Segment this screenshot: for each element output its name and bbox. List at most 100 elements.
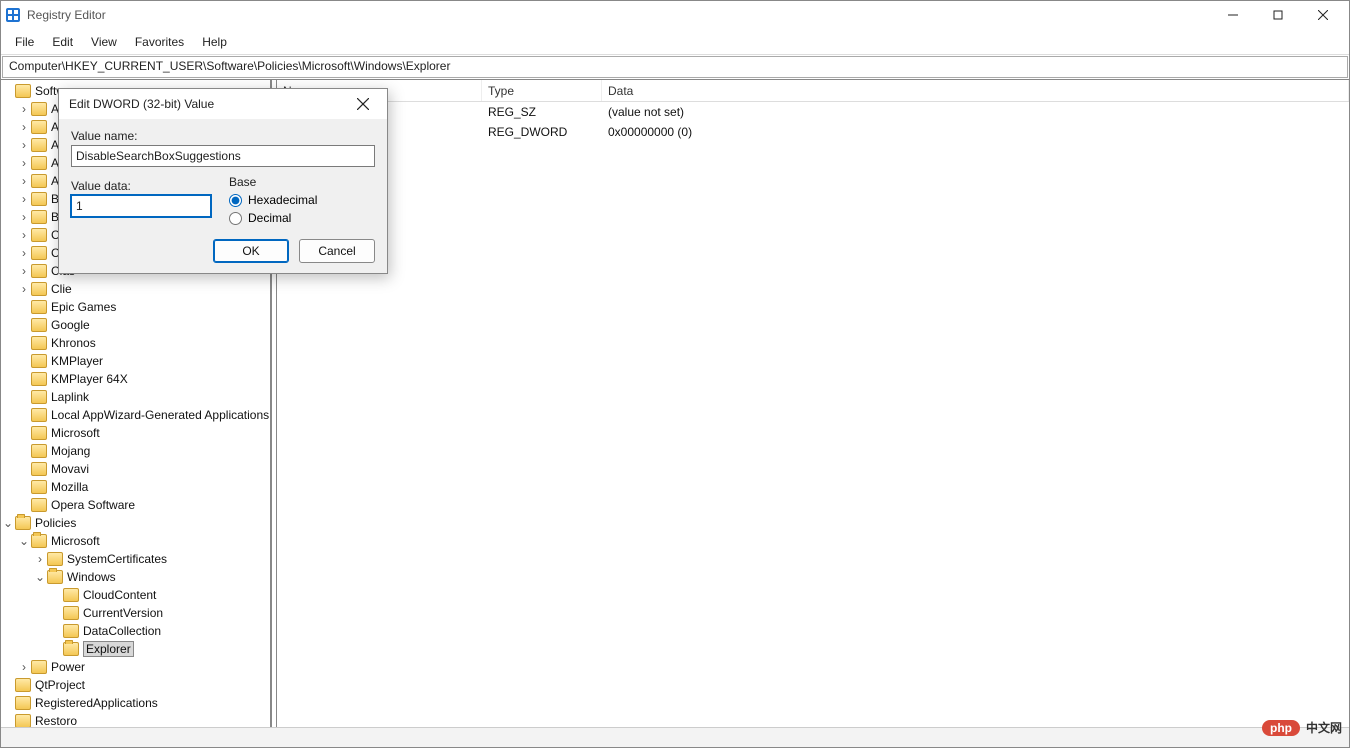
list-row[interactable]: REG_SZ(value not set): [277, 102, 1349, 122]
chevron-right-icon[interactable]: ›: [17, 156, 31, 170]
tree-node[interactable]: Laplink: [1, 388, 270, 406]
menubar: File Edit View Favorites Help: [1, 29, 1349, 55]
tree-node[interactable]: Google: [1, 316, 270, 334]
tree-node[interactable]: ›SystemCertificates: [1, 550, 270, 568]
value-data-input[interactable]: [71, 195, 211, 217]
chevron-right-icon[interactable]: ›: [17, 264, 31, 278]
chevron-right-icon[interactable]: ›: [17, 102, 31, 116]
cell-data: (value not set): [602, 105, 1349, 119]
folder-icon: [47, 570, 63, 584]
menu-favorites[interactable]: Favorites: [127, 32, 192, 52]
maximize-button[interactable]: [1255, 1, 1300, 29]
tree-node-label: CurrentVersion: [83, 606, 163, 620]
chevron-right-icon[interactable]: ›: [17, 282, 31, 296]
col-header-type[interactable]: Type: [482, 80, 602, 101]
edit-dword-dialog[interactable]: Edit DWORD (32-bit) Value Value name: Va…: [58, 88, 388, 274]
radio-hex[interactable]: Hexadecimal: [229, 193, 375, 207]
folder-icon: [31, 336, 47, 350]
cell-type: REG_SZ: [482, 105, 602, 119]
tree-node[interactable]: RegisteredApplications: [1, 694, 270, 712]
chevron-right-icon[interactable]: ›: [17, 120, 31, 134]
chevron-down-icon[interactable]: ⌄: [1, 516, 15, 530]
tree-node-label: KMPlayer 64X: [51, 372, 128, 386]
tree-node[interactable]: QtProject: [1, 676, 270, 694]
tree-node[interactable]: Movavi: [1, 460, 270, 478]
tree-node[interactable]: Explorer: [1, 640, 270, 658]
tree-node[interactable]: Microsoft: [1, 424, 270, 442]
tree-node[interactable]: ›Power: [1, 658, 270, 676]
close-button[interactable]: [1300, 1, 1345, 29]
value-name-input[interactable]: [71, 145, 375, 167]
tree-node[interactable]: Local AppWizard-Generated Applications: [1, 406, 270, 424]
base-label: Base: [229, 175, 375, 189]
chevron-right-icon[interactable]: ›: [17, 660, 31, 674]
menu-view[interactable]: View: [83, 32, 125, 52]
chevron-down-icon[interactable]: ⌄: [17, 534, 31, 548]
folder-icon: [31, 534, 47, 548]
col-header-data[interactable]: Data: [602, 80, 1349, 101]
folder-icon: [31, 156, 47, 170]
dialog-titlebar[interactable]: Edit DWORD (32-bit) Value: [59, 89, 387, 119]
menu-help[interactable]: Help: [194, 32, 235, 52]
chevron-down-icon[interactable]: ⌄: [33, 570, 47, 584]
chevron-right-icon[interactable]: ›: [17, 174, 31, 188]
menu-file[interactable]: File: [7, 32, 42, 52]
chevron-right-icon[interactable]: ›: [17, 192, 31, 206]
titlebar[interactable]: Registry Editor: [1, 1, 1349, 29]
tree-node-label: Restoro: [35, 714, 77, 727]
tree-node[interactable]: Epic Games: [1, 298, 270, 316]
tree-node[interactable]: CloudContent: [1, 586, 270, 604]
tree-node[interactable]: ⌄ Policies: [1, 514, 270, 532]
radio-dec-label: Decimal: [248, 211, 291, 225]
tree-node[interactable]: Khronos: [1, 334, 270, 352]
folder-icon: [31, 480, 47, 494]
tree-node[interactable]: ›Clie: [1, 280, 270, 298]
menu-edit[interactable]: Edit: [44, 32, 81, 52]
folder-icon: [31, 300, 47, 314]
folder-icon: [31, 318, 47, 332]
tree-node[interactable]: Mozilla: [1, 478, 270, 496]
folder-icon: [31, 174, 47, 188]
address-bar[interactable]: Computer\HKEY_CURRENT_USER\Software\Poli…: [2, 56, 1348, 78]
folder-icon: [31, 210, 47, 224]
chevron-right-icon[interactable]: ›: [17, 228, 31, 242]
statusbar: [1, 727, 1349, 747]
tree-node[interactable]: Opera Software: [1, 496, 270, 514]
radio-dec[interactable]: Decimal: [229, 211, 375, 225]
dialog-close-button[interactable]: [349, 90, 377, 118]
radio-dec-input[interactable]: [229, 212, 242, 225]
tree-node[interactable]: ⌄Windows: [1, 568, 270, 586]
tree-node[interactable]: Mojang: [1, 442, 270, 460]
cancel-button[interactable]: Cancel: [299, 239, 375, 263]
tree-node-label: Policies: [35, 516, 76, 530]
folder-icon: [31, 444, 47, 458]
tree-node[interactable]: KMPlayer 64X: [1, 370, 270, 388]
list-row[interactable]: xSuggestionsREG_DWORD0x00000000 (0): [277, 122, 1349, 142]
window-controls: [1210, 1, 1345, 29]
chevron-right-icon[interactable]: ›: [33, 552, 47, 566]
list-pane: Name Type Data REG_SZ(value not set)xSug…: [277, 80, 1349, 727]
folder-icon: [31, 498, 47, 512]
tree-node[interactable]: ⌄Microsoft: [1, 532, 270, 550]
window-title: Registry Editor: [27, 8, 1210, 22]
tree-node[interactable]: CurrentVersion: [1, 604, 270, 622]
tree-node-label: Mozilla: [51, 480, 88, 494]
ok-button[interactable]: OK: [213, 239, 289, 263]
folder-icon: [15, 714, 31, 727]
radio-hex-input[interactable]: [229, 194, 242, 207]
folder-icon: [31, 390, 47, 404]
chevron-right-icon[interactable]: ›: [17, 246, 31, 260]
folder-icon: [15, 84, 31, 98]
folder-icon: [31, 192, 47, 206]
tree-node-label: Epic Games: [51, 300, 116, 314]
tree-node[interactable]: Restoro: [1, 712, 270, 727]
cell-data: 0x00000000 (0): [602, 125, 1349, 139]
tree-node-label: QtProject: [35, 678, 85, 692]
chevron-right-icon[interactable]: ›: [17, 138, 31, 152]
chevron-right-icon[interactable]: ›: [17, 210, 31, 224]
tree-node-label: Laplink: [51, 390, 89, 404]
tree-node[interactable]: KMPlayer: [1, 352, 270, 370]
tree-node[interactable]: DataCollection: [1, 622, 270, 640]
folder-icon: [31, 462, 47, 476]
minimize-button[interactable]: [1210, 1, 1255, 29]
